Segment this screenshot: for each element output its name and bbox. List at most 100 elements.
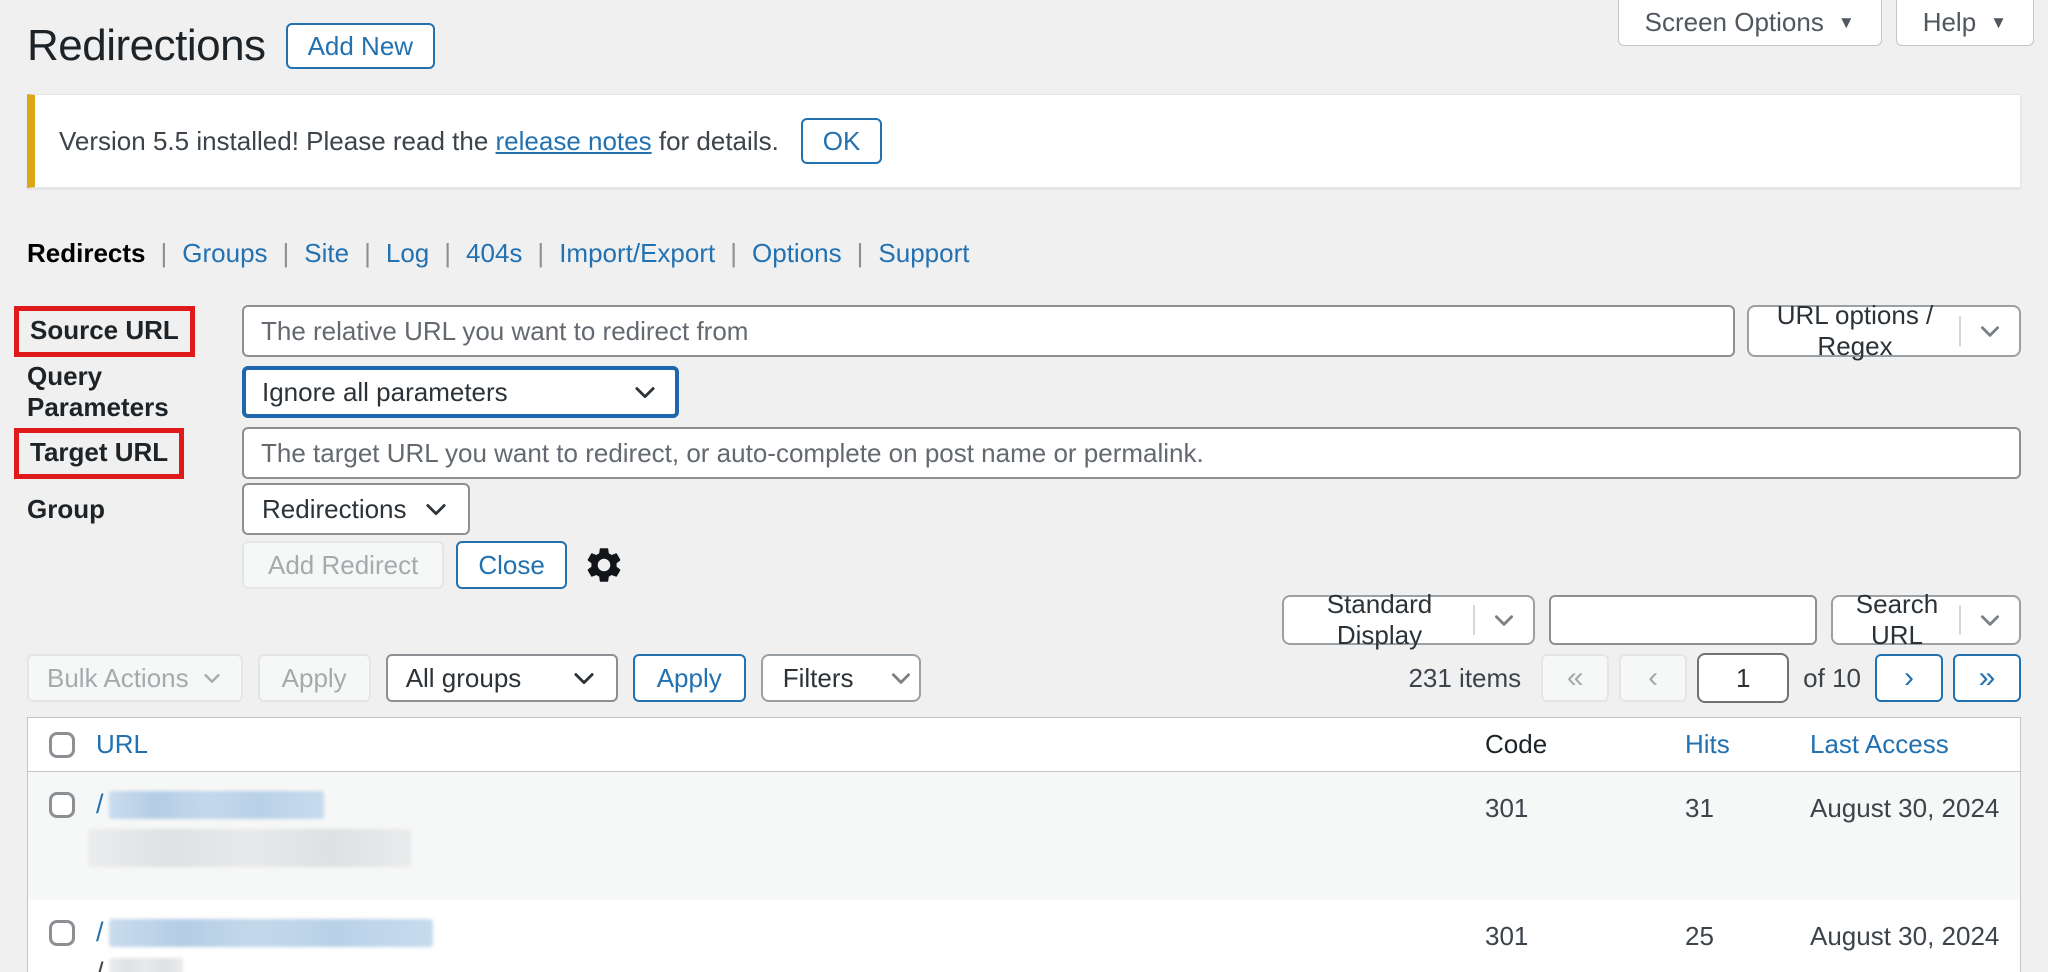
url-options-button[interactable]: URL options / Regex (1747, 300, 2021, 361)
notice-text-before: Version 5.5 installed! Please read the (59, 125, 496, 156)
help-label: Help (1922, 7, 1977, 37)
column-header-last-access[interactable]: Last Access (1810, 729, 1949, 759)
chevron-down-icon (631, 378, 659, 406)
subnav-separator: | (537, 238, 545, 268)
add-new-button[interactable]: Add New (285, 23, 436, 69)
bulk-actions-label: Bulk Actions (47, 662, 189, 693)
chevron-down-icon (570, 664, 598, 692)
chevron-down-icon (872, 665, 930, 691)
redirection-admin-page: Screen Options ▼ Help ▼ Redirections Add… (0, 0, 2048, 972)
row-hits: 25 (1685, 921, 1714, 951)
chevron-down-icon (422, 495, 450, 523)
table-header-row: URL Code Hits Last Access (28, 718, 2020, 772)
last-page-button[interactable]: » (1953, 654, 2021, 702)
url-slash: / (96, 789, 104, 819)
caret-down-icon: ▼ (1837, 13, 1855, 32)
subnav-item-groups[interactable]: Groups (182, 238, 267, 269)
screen-options-label: Screen Options (1644, 7, 1824, 37)
notice-text-after: for details. (651, 125, 779, 156)
row-checkbox[interactable] (49, 792, 75, 818)
column-header-code: Code (1485, 729, 1548, 759)
plugin-subnav: Redirects | Groups | Site | Log | 404s |… (27, 238, 2021, 269)
source-url-label: Source URL (14, 305, 195, 357)
source-url-row: Source URL URL options / Regex (14, 300, 2021, 361)
query-parameters-select[interactable]: Ignore all parameters (242, 366, 679, 418)
target-url-text: / (96, 957, 1485, 972)
current-page-input[interactable] (1697, 653, 1790, 703)
source-url-link[interactable]: / (96, 789, 1485, 820)
display-mode-button[interactable]: Standard Display (1282, 589, 1535, 650)
subnav-separator: | (282, 238, 290, 268)
top-tabs: Screen Options ▼ Help ▼ (1617, 0, 2034, 46)
subnav-item-site[interactable]: Site (304, 238, 349, 269)
column-header-url[interactable]: URL (96, 729, 148, 759)
subnav-item-support[interactable]: Support (878, 238, 969, 269)
url-slash: / (96, 957, 104, 972)
subnav-separator: | (160, 238, 168, 268)
select-all-checkbox[interactable] (49, 731, 75, 758)
form-buttons-row: Add Redirect Close (27, 541, 2021, 589)
group-select[interactable]: Redirections (242, 483, 470, 535)
group-filter-select[interactable]: All groups (385, 654, 618, 702)
target-url-text (88, 829, 1485, 867)
display-mode-label: Standard Display (1326, 589, 1433, 650)
target-url-input[interactable] (242, 427, 2021, 479)
total-pages-label: of 10 (1803, 662, 1861, 693)
subnav-separator: | (444, 238, 452, 268)
source-url-input[interactable] (242, 305, 1735, 357)
redirects-table: URL Code Hits Last Access / 301 31 Augus… (27, 717, 2021, 972)
filter-apply-button[interactable]: Apply (632, 654, 746, 702)
query-parameters-label: Query Parameters (27, 361, 169, 422)
group-value: Redirections (262, 493, 407, 524)
next-page-button[interactable]: › (1875, 654, 1943, 702)
row-hits: 31 (1685, 793, 1714, 823)
chevron-down-icon (1961, 318, 2019, 344)
notice-ok-button[interactable]: OK (800, 118, 883, 164)
settings-gear-icon[interactable] (583, 544, 625, 586)
table-row: / 301 31 August 30, 2024 (28, 772, 2020, 900)
subnav-item-options[interactable]: Options (752, 238, 842, 269)
bulk-actions-select[interactable]: Bulk Actions (27, 654, 243, 702)
add-redirect-form: Source URL URL options / Regex Query Par… (14, 300, 2021, 589)
subnav-item-log[interactable]: Log (386, 238, 429, 269)
target-url-row: Target URL (14, 427, 2021, 479)
query-parameters-row: Query Parameters Ignore all parameters (27, 361, 2021, 423)
row-code: 301 (1485, 793, 1529, 823)
row-last-access: August 30, 2024 (1810, 921, 2000, 951)
close-button[interactable]: Close (456, 541, 567, 589)
page-title: Redirections (27, 21, 266, 70)
row-last-access: August 30, 2024 (1810, 793, 2000, 823)
redacted-source-url (108, 918, 433, 947)
subnav-item-import-export[interactable]: Import/Export (559, 238, 715, 269)
search-by-label: Search URL (1855, 589, 1939, 650)
caret-down-icon: ▼ (1990, 13, 2007, 32)
prev-page-button[interactable]: ‹ (1619, 654, 1688, 702)
url-slash: / (96, 917, 104, 947)
search-by-button[interactable]: Search URL (1831, 589, 2021, 650)
bulk-apply-button[interactable]: Apply (257, 654, 371, 702)
filters-button[interactable]: Filters (760, 654, 921, 702)
redacted-source-url (108, 790, 324, 819)
url-options-label: URL options / Regex (1776, 300, 1934, 361)
help-button[interactable]: Help ▼ (1895, 0, 2034, 46)
group-label: Group (27, 493, 105, 524)
add-redirect-button[interactable]: Add Redirect (242, 541, 445, 589)
search-input[interactable] (1549, 595, 1817, 645)
row-code: 301 (1485, 921, 1529, 951)
release-notes-link[interactable]: release notes (496, 126, 652, 156)
source-url-link[interactable]: / (96, 917, 1485, 948)
first-page-button[interactable]: « (1541, 654, 1610, 702)
row-checkbox[interactable] (49, 920, 75, 946)
display-search-controls: Standard Display Search URL (27, 589, 2021, 650)
subnav-item-redirects[interactable]: Redirects (27, 238, 146, 269)
screen-options-button[interactable]: Screen Options ▼ (1617, 0, 1882, 46)
group-filter-value: All groups (405, 662, 522, 693)
column-header-hits[interactable]: Hits (1685, 729, 1730, 759)
notice-text: Version 5.5 installed! Please read the r… (59, 126, 779, 157)
pagination: 231 items « ‹ of 10 › » (1408, 653, 2021, 703)
chevron-down-icon (1961, 607, 2019, 633)
target-url-label: Target URL (14, 427, 185, 479)
group-row: Group Redirections (27, 483, 2021, 535)
subnav-item-404s[interactable]: 404s (466, 238, 522, 269)
chevron-down-icon (1475, 607, 1533, 633)
